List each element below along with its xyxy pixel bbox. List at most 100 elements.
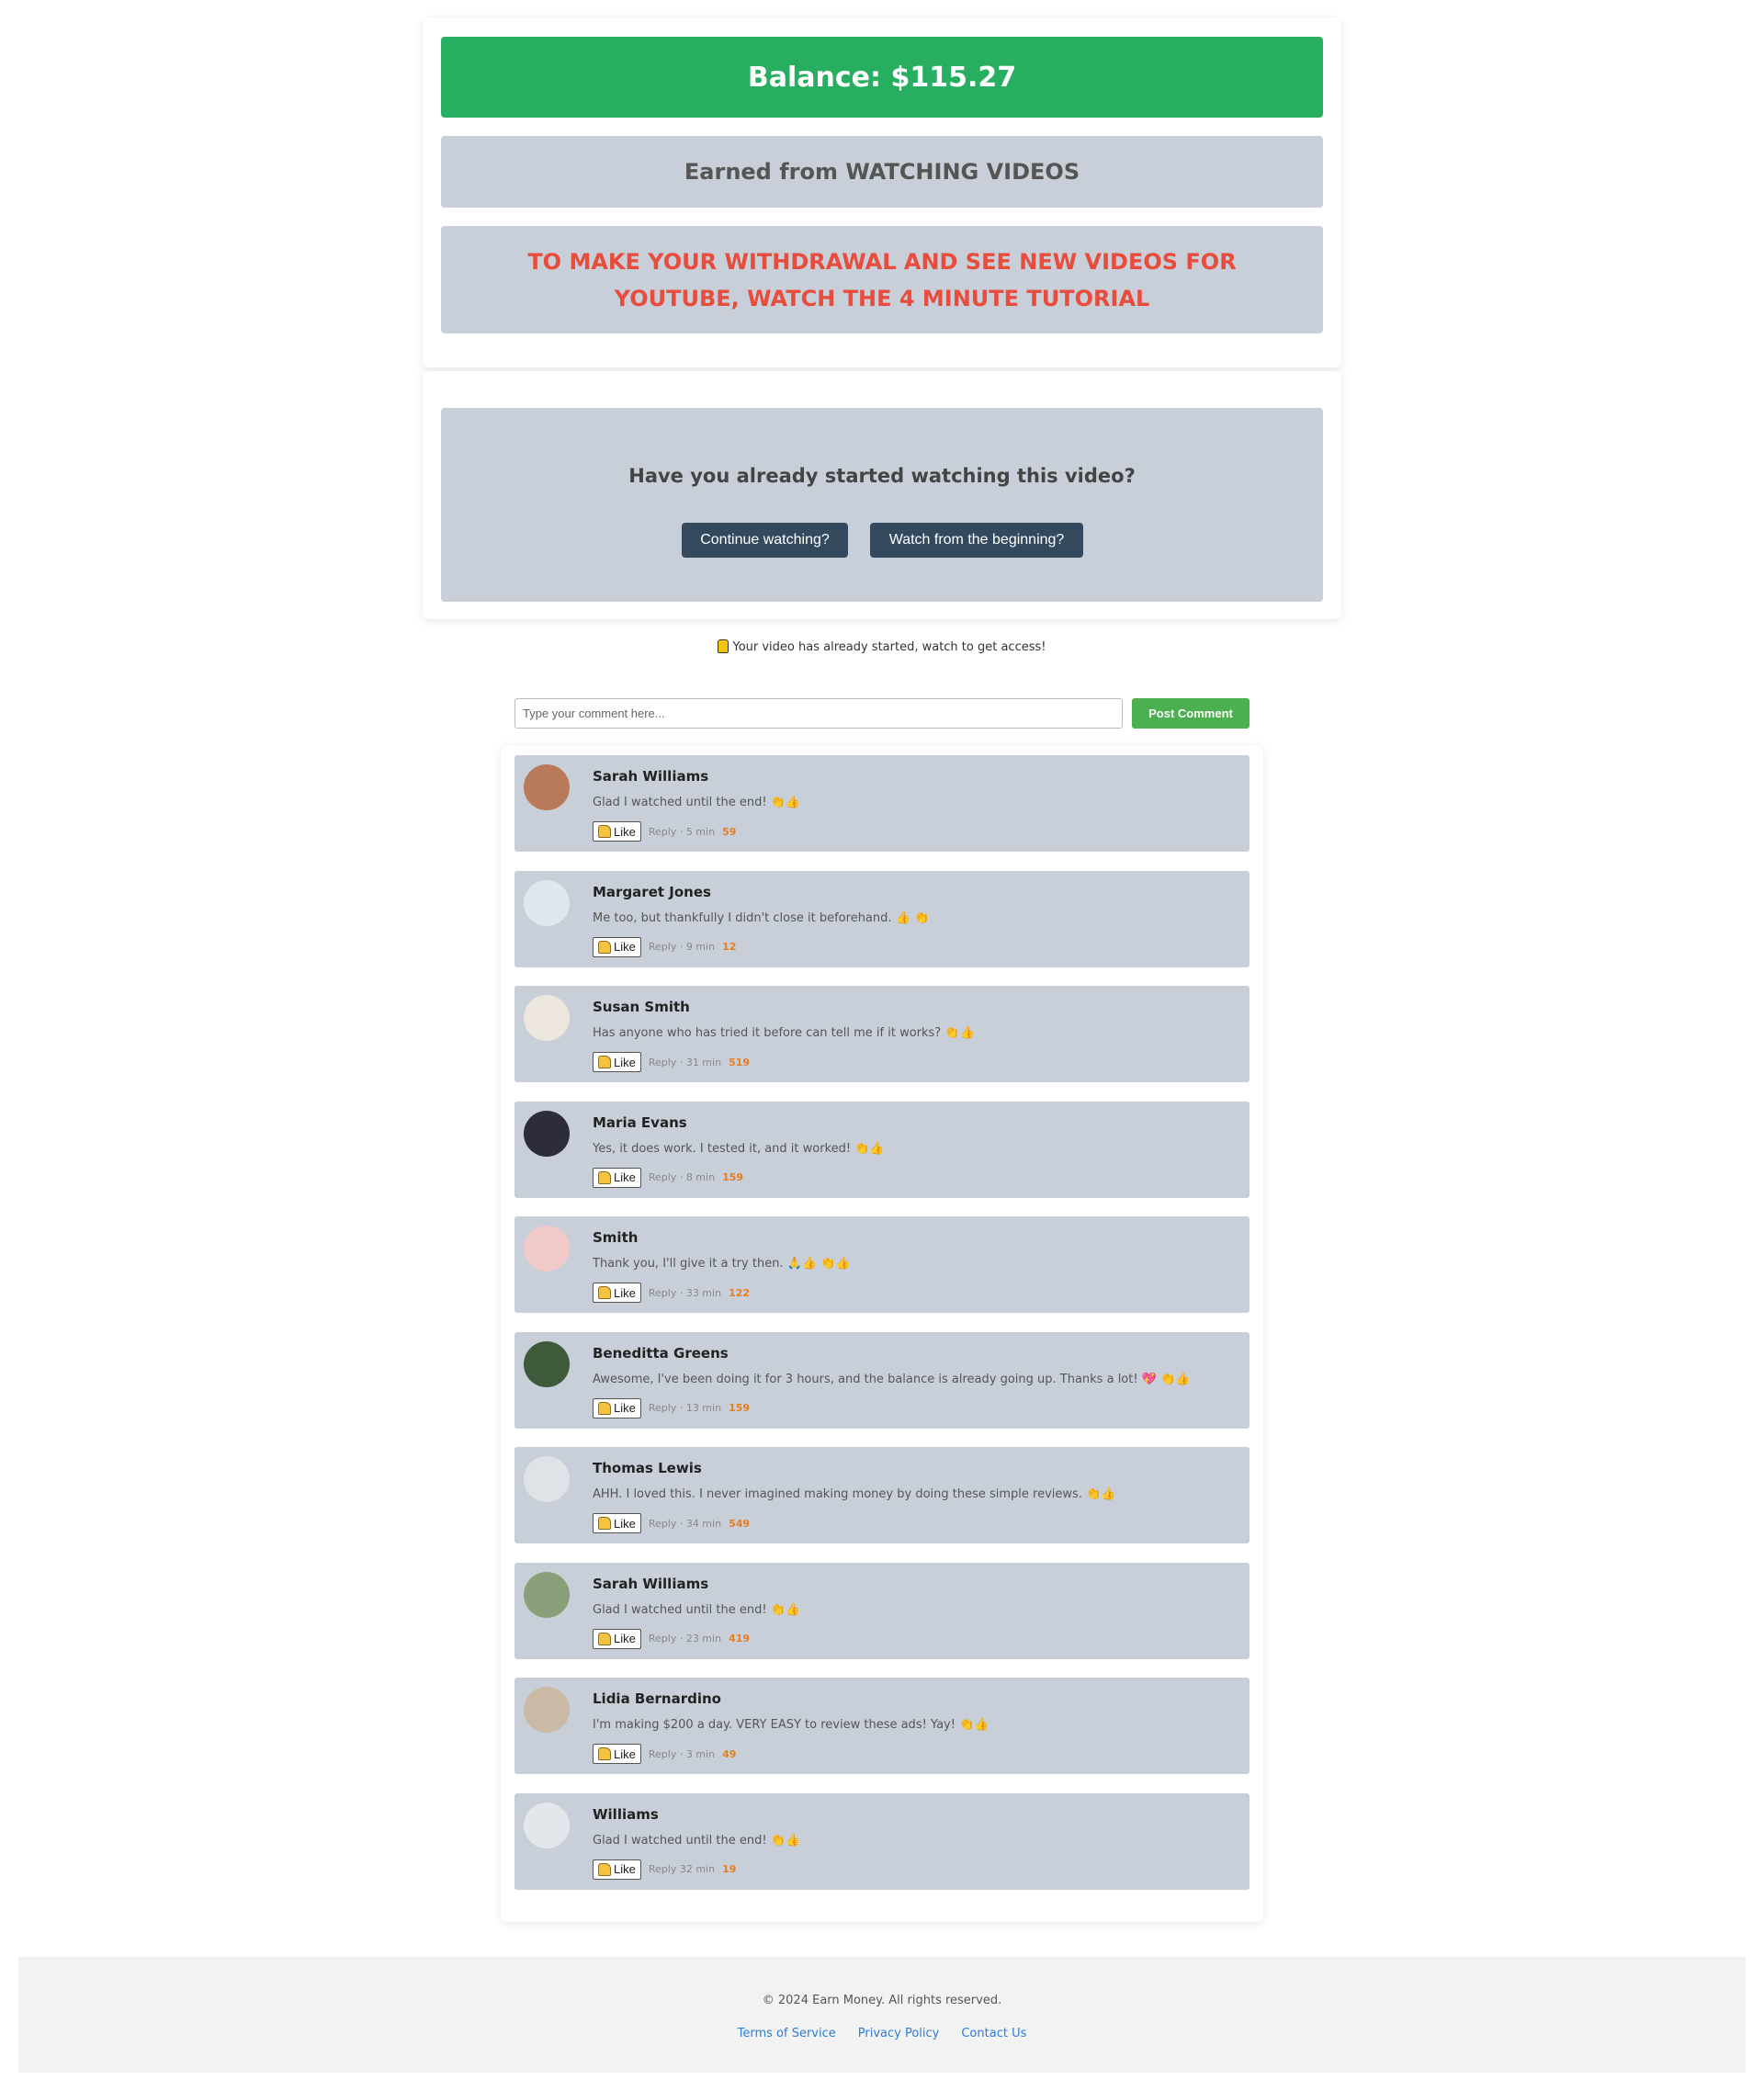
comment-body: AHH. I loved this. I never imagined maki… [593, 1487, 1115, 1501]
comment-body: Awesome, I've been doing it for 3 hours,… [593, 1373, 1190, 1386]
privacy-policy-link[interactable]: Privacy Policy [858, 2027, 940, 2040]
video-prompt-panel: Have you already started watching this v… [441, 408, 1323, 602]
thumbs-up-icon [598, 940, 611, 954]
thumbs-up-icon [598, 1632, 611, 1645]
watch-from-beginning-button[interactable]: Watch from the beginning? [870, 523, 1083, 558]
thumbs-up-icon [598, 1401, 611, 1415]
comment-author: Lidia Bernardino [593, 1690, 721, 1707]
avatar [524, 995, 570, 1041]
comment-meta: Reply · 9 min [648, 941, 716, 953]
comment-meta: Reply · 5 min [648, 825, 716, 838]
like-label: Like [614, 1170, 636, 1184]
comment-item: Williams Glad I watched until the end! 👏👍… [514, 1792, 1250, 1890]
like-label: Like [614, 1862, 636, 1876]
comment-body: Glad I watched until the end! 👏👍 [593, 1603, 800, 1617]
comment-author: Sarah Williams [593, 768, 709, 785]
like-label: Like [614, 1401, 636, 1415]
thumbs-up-icon [598, 1286, 611, 1299]
comment-meta: Reply · 8 min [648, 1171, 716, 1183]
comment-body: Has anyone who has tried it before can t… [593, 1026, 975, 1040]
like-button[interactable]: Like [593, 1167, 641, 1188]
comment-actions: Like Reply · 3 min 49 [593, 1744, 736, 1764]
comment-item: Smith Thank you, I'll give it a try then.… [514, 1216, 1250, 1313]
comment-item: Lidia Bernardino I'm making $200 a day. V… [514, 1678, 1250, 1774]
post-comment-button[interactable]: Post Comment [1132, 698, 1250, 729]
like-button[interactable]: Like [593, 1397, 641, 1418]
like-button[interactable]: Like [593, 1052, 641, 1072]
comment-meta: Reply · 3 min [648, 1747, 716, 1760]
comment-meta: Reply · 34 min [648, 1517, 722, 1530]
comment-meta: Reply 32 min [648, 1863, 716, 1875]
like-count: 159 [722, 1171, 744, 1183]
continue-watching-button[interactable]: Continue watching? [682, 523, 848, 558]
comment-input[interactable] [514, 698, 1123, 729]
like-label: Like [614, 1746, 636, 1761]
comment-item: Sarah Williams Glad I watched until the e… [514, 755, 1250, 852]
terms-of-service-link[interactable]: Terms of Service [738, 2027, 836, 2040]
comment-author: Smith [593, 1229, 639, 1246]
comment-emojis: 👏👍 [770, 1602, 801, 1617]
comment-body: Glad I watched until the end! 👏👍 [593, 796, 800, 809]
like-label: Like [614, 1285, 636, 1300]
lock-icon [718, 639, 729, 653]
like-button[interactable]: Like [593, 1744, 641, 1764]
comment-author: Sarah Williams [593, 1575, 709, 1592]
comment-actions: Like Reply · 33 min 122 [593, 1283, 750, 1303]
comment-text: Awesome, I've been doing it for 3 hours,… [593, 1372, 1138, 1386]
comment-author: Maria Evans [593, 1113, 687, 1131]
comment-text: Glad I watched until the end! [593, 1602, 767, 1617]
comment-emojis: 👍 👏 [895, 910, 930, 925]
comment-text: I'm making $200 a day. VERY EASY to revi… [593, 1718, 956, 1732]
like-count: 519 [729, 1056, 751, 1068]
comment-actions: Like Reply · 34 min 549 [593, 1513, 750, 1533]
thumbs-up-icon [598, 825, 611, 838]
comment-text: Me too, but thankfully I didn't close it… [593, 910, 892, 925]
like-button[interactable]: Like [593, 936, 641, 957]
comment-meta: Reply · 31 min [648, 1056, 722, 1068]
like-label: Like [614, 1516, 636, 1531]
comment-meta: Reply · 33 min [648, 1286, 722, 1299]
comment-text: Glad I watched until the end! [593, 796, 767, 809]
avatar [524, 1687, 570, 1733]
comment-item: Margaret Jones Me too, but thankfully I d… [514, 870, 1250, 967]
like-button[interactable]: Like [593, 1283, 641, 1303]
comment-emojis: 👏👍 [854, 1141, 885, 1156]
like-button[interactable]: Like [593, 1628, 641, 1649]
like-count: 419 [729, 1633, 751, 1645]
comment-emojis: 👏👍 [1086, 1487, 1116, 1501]
avatar [524, 879, 570, 926]
comment-author: Beneditta Greens [593, 1344, 729, 1362]
like-button[interactable]: Like [593, 1513, 641, 1533]
comment-author: Margaret Jones [593, 883, 711, 900]
withdrawal-notice: TO MAKE YOUR WITHDRAWAL AND SEE NEW VIDE… [441, 226, 1323, 333]
comment-emojis: 👏👍 [959, 1718, 989, 1732]
comment-meta: Reply · 23 min [648, 1633, 722, 1645]
comment-body: Yes, it does work. I tested it, and it w… [593, 1142, 885, 1156]
like-count: 122 [729, 1286, 751, 1299]
video-prompt-card: Have you already started watching this v… [423, 371, 1341, 619]
thumbs-up-icon [598, 1056, 611, 1068]
like-button[interactable]: Like [593, 1859, 641, 1880]
like-count: 59 [722, 825, 737, 838]
earned-source-label: Earned from WATCHING VIDEOS [441, 136, 1323, 208]
like-label: Like [614, 940, 636, 954]
comment-actions: Like Reply · 9 min 12 [593, 936, 736, 957]
comment-actions: Like Reply 32 min 19 [593, 1859, 736, 1880]
comment-emojis: 💖 👏👍 [1141, 1372, 1191, 1386]
comment-emojis: 👏👍 [770, 796, 801, 809]
comment-actions: Like Reply · 23 min 419 [593, 1628, 751, 1649]
like-label: Like [614, 1632, 636, 1645]
balance-card: Balance: $115.27 Earned from WATCHING VI… [423, 18, 1341, 367]
comment-actions: Like Reply · 13 min 159 [593, 1397, 750, 1418]
thumbs-up-icon [598, 1747, 611, 1760]
comment-item: Beneditta Greens Awesome, I've been doing… [514, 1331, 1250, 1429]
like-button[interactable]: Like [593, 821, 641, 842]
thumbs-up-icon [598, 1517, 611, 1530]
balance-display: Balance: $115.27 [441, 37, 1323, 118]
comment-body: I'm making $200 a day. VERY EASY to revi… [593, 1718, 989, 1732]
like-label: Like [614, 824, 636, 839]
avatar [524, 1226, 570, 1272]
contact-us-link[interactable]: Contact Us [961, 2027, 1026, 2040]
comment-body: Thank you, I'll give it a try then. 🙏👍 👏… [593, 1257, 851, 1271]
avatar [524, 1340, 570, 1387]
